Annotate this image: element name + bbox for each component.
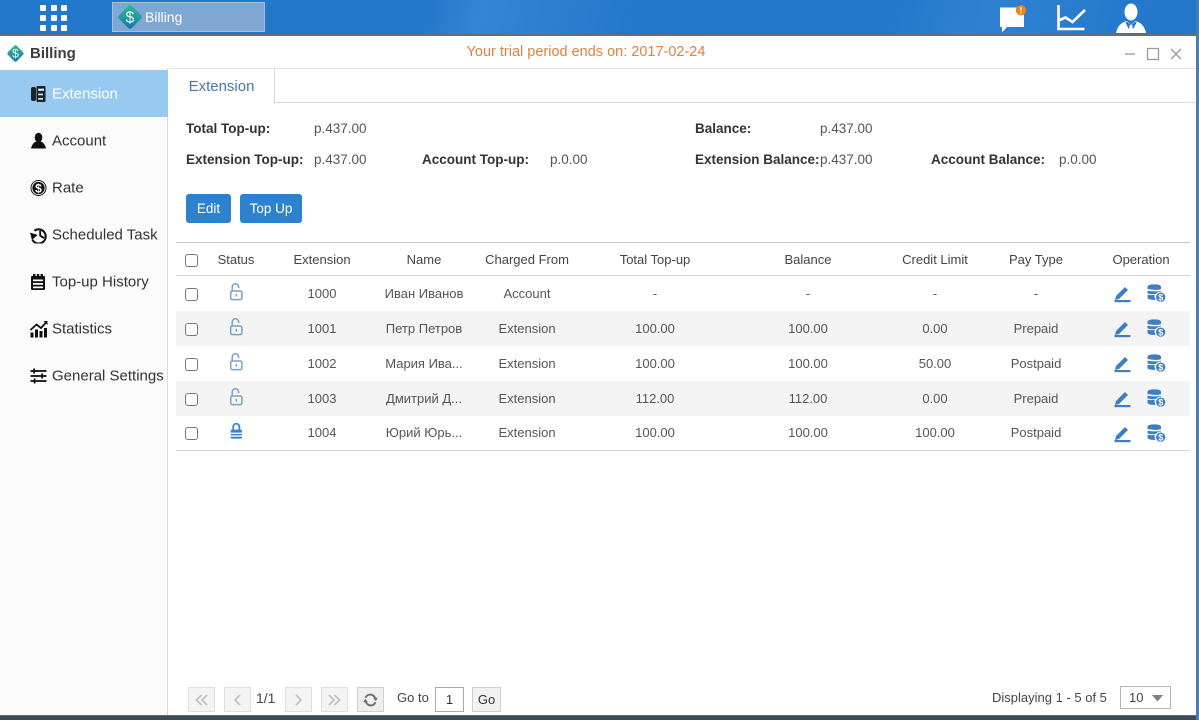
svg-text:!: ! [1020,6,1023,16]
svg-text:$: $ [1158,328,1163,338]
svg-text:$: $ [126,10,135,27]
svg-text:$: $ [1158,293,1163,303]
svg-text:$: $ [1158,398,1163,408]
svg-text:$: $ [1158,363,1163,373]
svg-text:$: $ [1158,432,1163,442]
svg-text:$: $ [35,181,42,195]
